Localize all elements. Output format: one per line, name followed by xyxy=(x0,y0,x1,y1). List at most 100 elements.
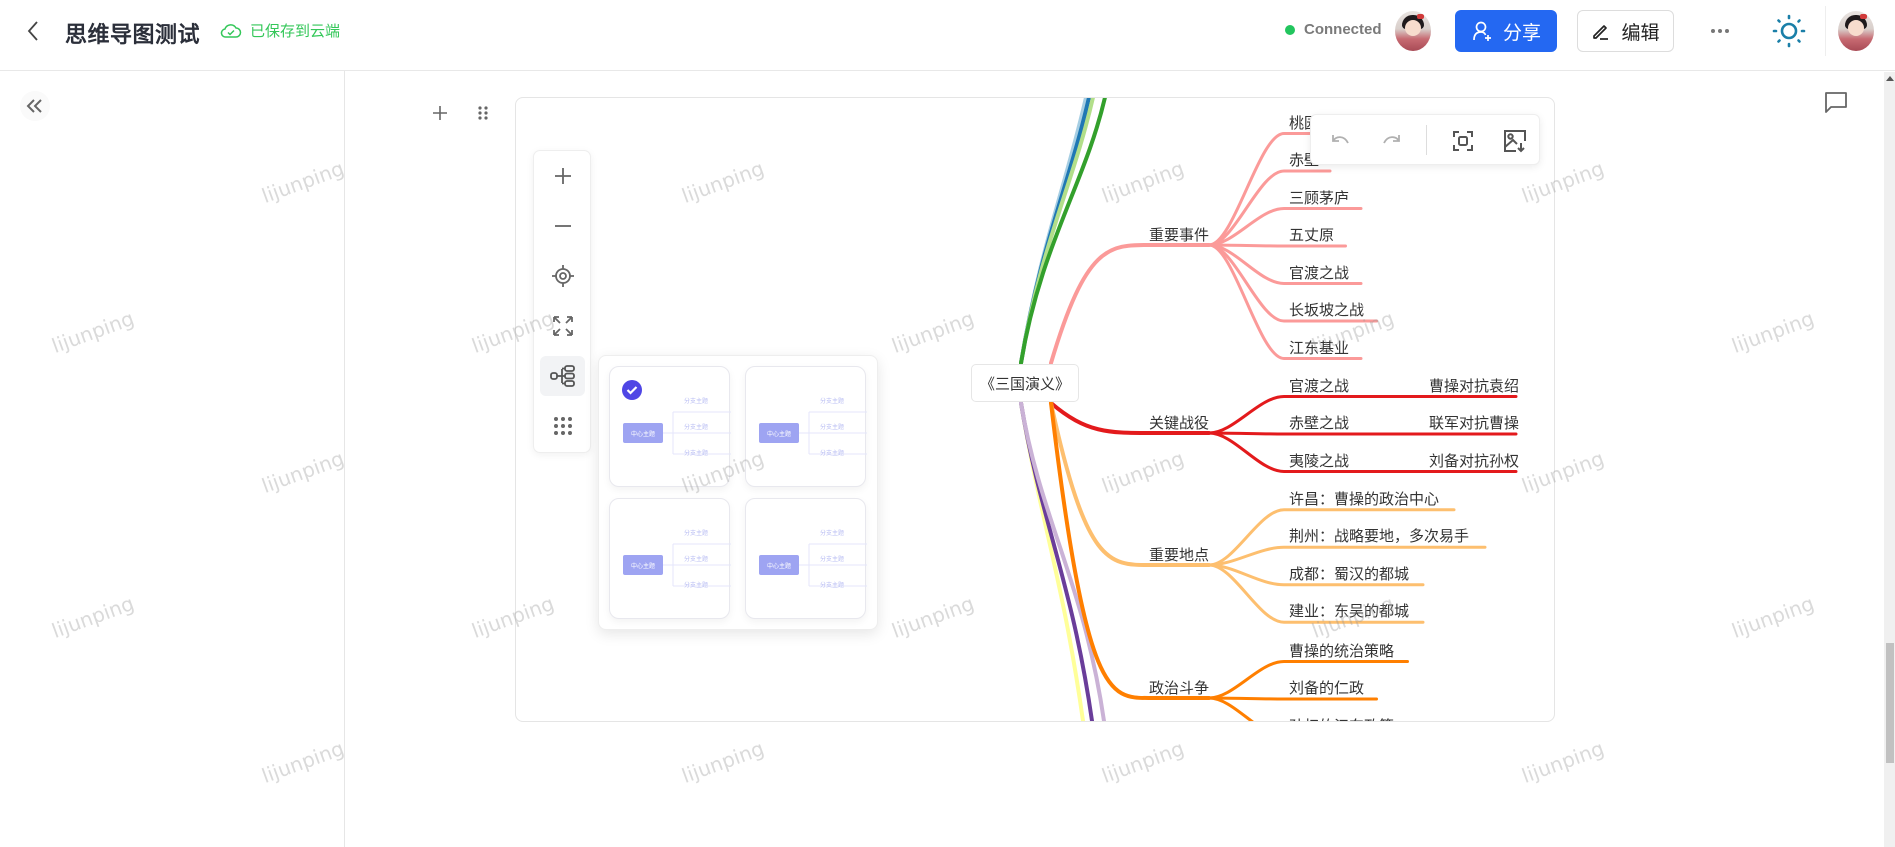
layout-picker-panel: 中心主题 分支主题 分支主题 分支主题 中心主题 分支主题 分支主题 分支主题 中心主题 分支主题… xyxy=(598,355,878,630)
layout-branch-topic: 分支主题 xyxy=(684,557,709,563)
leaf-node[interactable]: 成都：蜀汉的都城 xyxy=(1289,563,1409,584)
root-node[interactable]: 《三国演义》 xyxy=(971,364,1079,402)
branch-node[interactable]: 重要地点 xyxy=(1149,544,1209,565)
layout-branch-topic: 分支主题 xyxy=(684,399,709,405)
locate-center-button[interactable] xyxy=(540,256,585,296)
leaf-node[interactable]: 刘备的仁政 xyxy=(1289,677,1364,698)
more-tools-button[interactable] xyxy=(540,406,585,446)
layout-branch-topic: 分支主题 xyxy=(684,451,709,457)
layout-branch-topic: 分支主题 xyxy=(684,583,709,589)
redo-icon xyxy=(1383,135,1400,144)
redo-button[interactable] xyxy=(1375,124,1409,158)
pencil-icon xyxy=(1593,25,1609,40)
leaf-node[interactable]: 建业：东吴的都城 xyxy=(1289,600,1409,621)
watermark-text: lijunping xyxy=(1728,306,1818,358)
zoom-in-button[interactable] xyxy=(540,156,585,196)
sidebar xyxy=(0,71,345,847)
connection-dot-icon xyxy=(1285,24,1295,35)
leaf-node[interactable]: 五丈原 xyxy=(1289,224,1334,245)
layout-option-card[interactable]: 中心主题 分支主题 分支主题 分支主题 xyxy=(609,498,731,619)
layout-center-topic: 中心主题 xyxy=(759,555,799,575)
layout-branch-topic: 分支主题 xyxy=(820,451,845,457)
connection-status: Connected xyxy=(1285,21,1382,38)
leaf-node[interactable]: 官渡之战 xyxy=(1289,375,1349,396)
fit-view-button[interactable] xyxy=(540,306,585,346)
leaf-node[interactable]: 荆州：战略要地，多次易手 xyxy=(1289,525,1469,546)
add-block-button[interactable] xyxy=(430,103,450,123)
theme-toggle-button[interactable] xyxy=(1772,14,1806,48)
branch-node[interactable]: 关键战役 xyxy=(1149,412,1209,433)
branch-edge xyxy=(1049,243,1211,365)
collapse-sidebar-button[interactable] xyxy=(20,91,50,121)
branch-node[interactable]: 政治斗争 xyxy=(1149,677,1209,698)
layout-branch-topic: 分支主题 xyxy=(684,425,709,431)
layout-center-topic: 中心主题 xyxy=(623,555,663,575)
sun-icon xyxy=(1772,14,1806,48)
header-divider xyxy=(1825,6,1826,56)
layout-branch-topic: 分支主题 xyxy=(820,531,845,537)
layout-branch-topic: 分支主题 xyxy=(820,557,845,563)
target-icon xyxy=(551,265,574,287)
layout-center-topic: 中心主题 xyxy=(759,423,799,443)
export-image-button[interactable] xyxy=(1498,124,1532,158)
leaf-node[interactable]: 三顾茅庐 xyxy=(1289,187,1349,208)
layout-button[interactable] xyxy=(540,356,585,396)
top-bar: 思维导图测试 已保存到云端 Connected 分享 编辑 xyxy=(0,0,1895,71)
zoom-out-button[interactable] xyxy=(540,206,585,246)
fullscreen-button[interactable] xyxy=(1446,124,1480,158)
user-avatar[interactable] xyxy=(1838,11,1874,51)
drag-handle[interactable] xyxy=(476,103,490,123)
leaf-node[interactable]: 孙权的江东政策 xyxy=(1289,715,1394,722)
zoom-toolbar xyxy=(533,150,591,453)
layout-center-topic: 中心主题 xyxy=(623,423,663,443)
layout-option-card[interactable]: 中心主题 分支主题 分支主题 分支主题 xyxy=(745,366,867,487)
comment-icon xyxy=(1825,92,1847,113)
leaf-node[interactable]: 官渡之战 xyxy=(1289,262,1349,283)
plus-icon xyxy=(433,106,447,120)
sub-leaf-node[interactable]: 曹操对抗袁绍 xyxy=(1429,375,1519,396)
leaf-edge xyxy=(1207,696,1378,701)
share-button[interactable]: 分享 xyxy=(1455,10,1557,52)
selected-check-icon xyxy=(622,380,642,400)
toolbar-separator xyxy=(1426,125,1427,155)
scroll-up-arrow-icon[interactable] xyxy=(1886,76,1894,81)
leaf-edge xyxy=(1207,431,1518,436)
sub-leaf-node[interactable]: 刘备对抗孙权 xyxy=(1429,450,1519,471)
edit-button[interactable]: 编辑 xyxy=(1577,10,1674,52)
watermark-text: lijunping xyxy=(1728,591,1818,643)
leaf-node[interactable]: 夷陵之战 xyxy=(1289,450,1349,471)
undo-icon xyxy=(1332,135,1349,144)
expand-arrows-icon xyxy=(552,316,573,336)
branch-node[interactable]: 重要事件 xyxy=(1149,224,1209,245)
more-options-button[interactable] xyxy=(1705,20,1735,42)
leaf-node[interactable]: 许昌：曹操的政治中心 xyxy=(1289,488,1439,509)
double-chevron-left-icon xyxy=(26,99,42,113)
undo-button[interactable] xyxy=(1323,124,1357,158)
back-button[interactable] xyxy=(20,16,46,46)
add-user-icon xyxy=(1473,21,1491,41)
fullscreen-icon xyxy=(1453,131,1473,151)
leaf-edge xyxy=(1207,243,1347,248)
save-status-text: 已保存到云端 xyxy=(250,22,341,40)
layout-branch-topic: 分支主题 xyxy=(684,531,709,537)
watermark-text: lijunping xyxy=(1098,736,1188,788)
share-label: 分享 xyxy=(1502,21,1541,44)
mindmap-structure-icon xyxy=(549,365,575,387)
edit-label: 编辑 xyxy=(1621,21,1660,44)
layout-option-card[interactable]: 中心主题 分支主题 分支主题 分支主题 xyxy=(745,498,867,619)
leaf-node[interactable]: 江东基业 xyxy=(1289,337,1349,358)
scrollbar-thumb[interactable] xyxy=(1886,643,1894,763)
sub-leaf-node[interactable]: 联军对抗曹操 xyxy=(1429,412,1519,433)
collaborator-avatar[interactable] xyxy=(1395,11,1431,51)
leaf-node[interactable]: 赤壁之战 xyxy=(1289,412,1349,433)
leaf-node[interactable]: 长坂坡之战 xyxy=(1289,299,1364,320)
mindmap-canvas[interactable]: 重要事件 桃园 赤壁 三顾茅庐 五丈原 官渡之战 长坂坡之战 江东基业 关键战役 官渡之战 曹操对抗… xyxy=(515,97,1555,722)
offscreen-branch-edge xyxy=(1019,98,1091,365)
layout-branch-topic: 分支主题 xyxy=(820,399,845,405)
comment-button[interactable] xyxy=(1823,91,1849,115)
minus-icon xyxy=(554,225,571,227)
leaf-node[interactable]: 曹操的统治策略 xyxy=(1289,640,1394,661)
layout-branch-topic: 分支主题 xyxy=(820,425,845,431)
watermark-text: lijunping xyxy=(1518,736,1608,788)
layout-option-card[interactable]: 中心主题 分支主题 分支主题 分支主题 xyxy=(609,366,731,487)
